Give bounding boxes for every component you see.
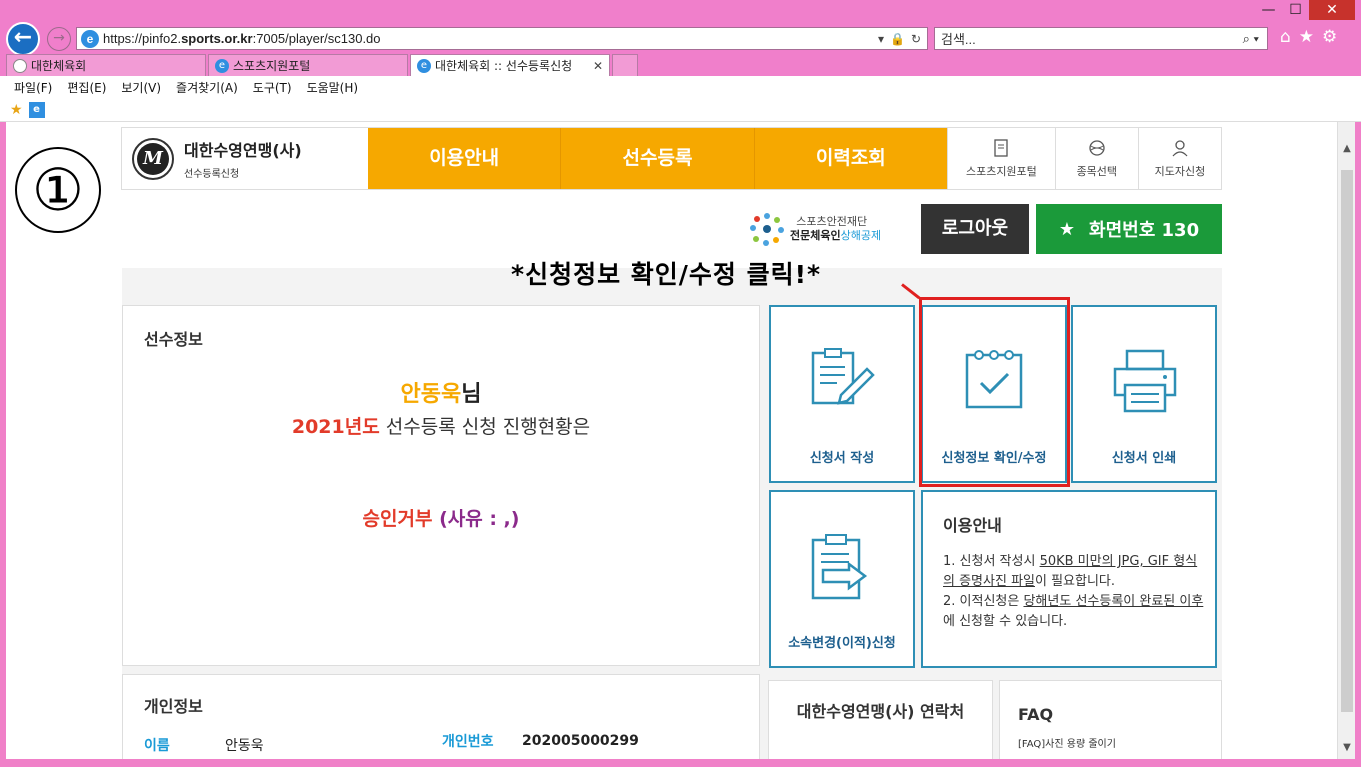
util-sport-select[interactable]: 종목선택: [1054, 128, 1138, 189]
sports-safety-logo-icon: [750, 213, 784, 246]
step-number-annotation: ①: [15, 147, 101, 233]
name-value: 안동욱: [225, 738, 264, 754]
lock-icon[interactable]: 🔒: [890, 32, 905, 46]
search-icon[interactable]: ⌕ ▾: [1243, 31, 1267, 47]
player-info-title: 선수정보: [144, 330, 203, 349]
dropdown-icon[interactable]: ▾: [878, 32, 884, 46]
contact-panel: 대한수영연맹(사) 연락처: [768, 680, 993, 759]
refresh-icon[interactable]: ↻: [911, 32, 921, 46]
scroll-up-icon[interactable]: ▲: [1338, 140, 1356, 158]
ball-icon: [1089, 139, 1105, 156]
forward-button[interactable]: →: [47, 27, 71, 51]
tab-strip: 대한체육회 e 스포츠지원포털 e 대한체육회 :: 선수등록신청 ✕: [6, 54, 638, 76]
faq-title: FAQ: [1018, 705, 1054, 724]
menu-bar: 파일(F) 편집(E) 보기(V) 즐겨찾기(A) 도구(T) 도움말(H): [0, 76, 1361, 98]
nav-guide[interactable]: 이용안내: [368, 128, 562, 189]
document-edit-icon: [811, 348, 875, 405]
ie-icon[interactable]: e: [28, 101, 45, 118]
faq-panel: FAQ [FAQ]사진 용량 줄이기: [999, 680, 1222, 759]
id-value: 202005000299: [522, 733, 639, 749]
portal-icon: [994, 138, 1009, 157]
personal-info-panel: 개인정보 이름 안동욱 개인번호 202005000299: [122, 674, 760, 759]
guide-item-2: 2. 이적신청은 당해년도 선수등록이 완료된 이후에 신청할 수 있습니다.: [943, 594, 1204, 629]
maximize-button[interactable]: ☐: [1282, 0, 1309, 20]
close-window-button[interactable]: ✕: [1309, 0, 1355, 20]
player-greeting: 안동욱님: [400, 382, 482, 407]
nav-registration[interactable]: 선수등록: [561, 128, 755, 189]
federation-logo-icon: M: [132, 137, 174, 180]
address-url: https://pinfo2.sports.or.kr:7005/player/…: [103, 31, 381, 46]
site-logo[interactable]: M 대한수영연맹(사) 선수등록신청: [122, 128, 368, 189]
ie-icon: e: [215, 58, 229, 73]
write-application-card[interactable]: 신청서 작성: [769, 305, 915, 483]
menu-help[interactable]: 도움말(H): [307, 79, 359, 96]
transfer-application-card[interactable]: 소속변경(이적)신청: [769, 490, 915, 668]
sports-safety-logo[interactable]: 스포츠안전재단 전문체육인상해공제: [748, 210, 881, 248]
registration-result: 승인거부 (사유 : ,): [362, 508, 520, 530]
tab-kso[interactable]: 대한체육회: [6, 54, 206, 76]
gear-icon[interactable]: ⚙: [1322, 27, 1337, 47]
new-tab-button[interactable]: [612, 54, 638, 76]
main-nav: 이용안내 선수등록 이력조회: [368, 128, 947, 189]
back-button[interactable]: ←: [6, 22, 40, 56]
utility-nav: 스포츠지원포털 종목선택 지도자신청: [947, 128, 1221, 189]
favorites-star-icon[interactable]: ★: [1299, 27, 1314, 47]
site-header: M 대한수영연맹(사) 선수등록신청 이용안내 선수등록 이력조회 스포츠지원포…: [121, 127, 1222, 190]
org-name: 대한수영연맹(사): [184, 141, 302, 160]
search-input[interactable]: 검색...: [941, 29, 1243, 48]
tab-player-registration[interactable]: e 대한체육회 :: 선수등록신청 ✕: [410, 54, 610, 76]
menu-view[interactable]: 보기(V): [121, 79, 161, 96]
usage-guide-panel: 이용안내 1. 신청서 작성시 50KB 미만의 JPG, GIF 형식의 증명…: [921, 490, 1217, 668]
highlight-box: [919, 297, 1070, 487]
site-favicon-icon: [13, 58, 27, 73]
menu-tools[interactable]: 도구(T): [253, 79, 292, 96]
window-controls: — ☐ ✕: [1255, 0, 1355, 22]
player-info-panel: 선수정보 안동욱님 2021년도 선수등록 신청 진행현황은 승인거부 (사유 …: [122, 305, 760, 666]
util-coach-apply[interactable]: 지도자신청: [1137, 128, 1221, 189]
print-application-card[interactable]: 신청서 인쇄: [1071, 305, 1217, 483]
scroll-down-icon[interactable]: ▼: [1338, 739, 1356, 757]
user-icon: [1172, 139, 1188, 156]
vertical-scrollbar[interactable]: ▲ ▼: [1337, 122, 1355, 759]
address-bar[interactable]: e https://pinfo2.sports.or.kr:7005/playe…: [76, 27, 928, 50]
close-tab-icon[interactable]: ✕: [593, 59, 603, 73]
nav-history[interactable]: 이력조회: [755, 128, 947, 189]
usage-guide-title: 이용안내: [943, 516, 1002, 535]
arrow-left-icon: ←: [13, 25, 33, 50]
tab-sports-portal[interactable]: e 스포츠지원포털: [208, 54, 408, 76]
printer-icon: [1113, 349, 1177, 413]
favorites-bar: ★ e: [0, 98, 1361, 122]
page-viewport: ① M 대한수영연맹(사) 선수등록신청 이용안내 선수등록 이력조회 스포츠지…: [6, 122, 1337, 759]
org-subtitle: 선수등록신청: [184, 169, 240, 180]
name-label: 이름: [144, 738, 170, 754]
logout-button[interactable]: 로그아웃: [921, 204, 1029, 254]
util-sports-portal[interactable]: 스포츠지원포털: [947, 128, 1055, 189]
star-icon: ★: [1058, 218, 1076, 240]
arrow-right-icon: →: [53, 30, 65, 46]
ie-icon: e: [81, 29, 99, 48]
menu-edit[interactable]: 편집(E): [67, 79, 106, 96]
ie-icon: e: [417, 58, 431, 73]
instruction-annotation: *신청정보 확인/수정 클릭!*: [511, 260, 822, 289]
screen-number-button[interactable]: ★ 화면번호 130: [1036, 204, 1222, 254]
minimize-button[interactable]: —: [1255, 0, 1282, 20]
search-box[interactable]: 검색... ⌕ ▾: [934, 27, 1268, 50]
id-label: 개인번호: [442, 734, 494, 750]
home-icon[interactable]: ⌂: [1280, 27, 1291, 47]
browser-chrome: — ☐ ✕ ← → e https://pinfo2.sports.or.kr:…: [0, 0, 1361, 122]
contact-title: 대한수영연맹(사) 연락처: [796, 702, 965, 721]
guide-item-1: 1. 신청서 작성시 50KB 미만의 JPG, GIF 형식의 증명사진 파일…: [943, 554, 1198, 589]
scroll-thumb[interactable]: [1341, 170, 1353, 712]
personal-info-title: 개인정보: [144, 697, 203, 716]
faq-item[interactable]: [FAQ]사진 용량 줄이기: [1018, 735, 1116, 750]
registration-status-line: 2021년도 선수등록 신청 진행현황은: [291, 416, 591, 438]
menu-file[interactable]: 파일(F): [14, 79, 52, 96]
menu-favorites[interactable]: 즐겨찾기(A): [176, 79, 238, 96]
add-favorite-icon[interactable]: ★: [10, 102, 23, 118]
document-transfer-icon: [811, 534, 868, 600]
